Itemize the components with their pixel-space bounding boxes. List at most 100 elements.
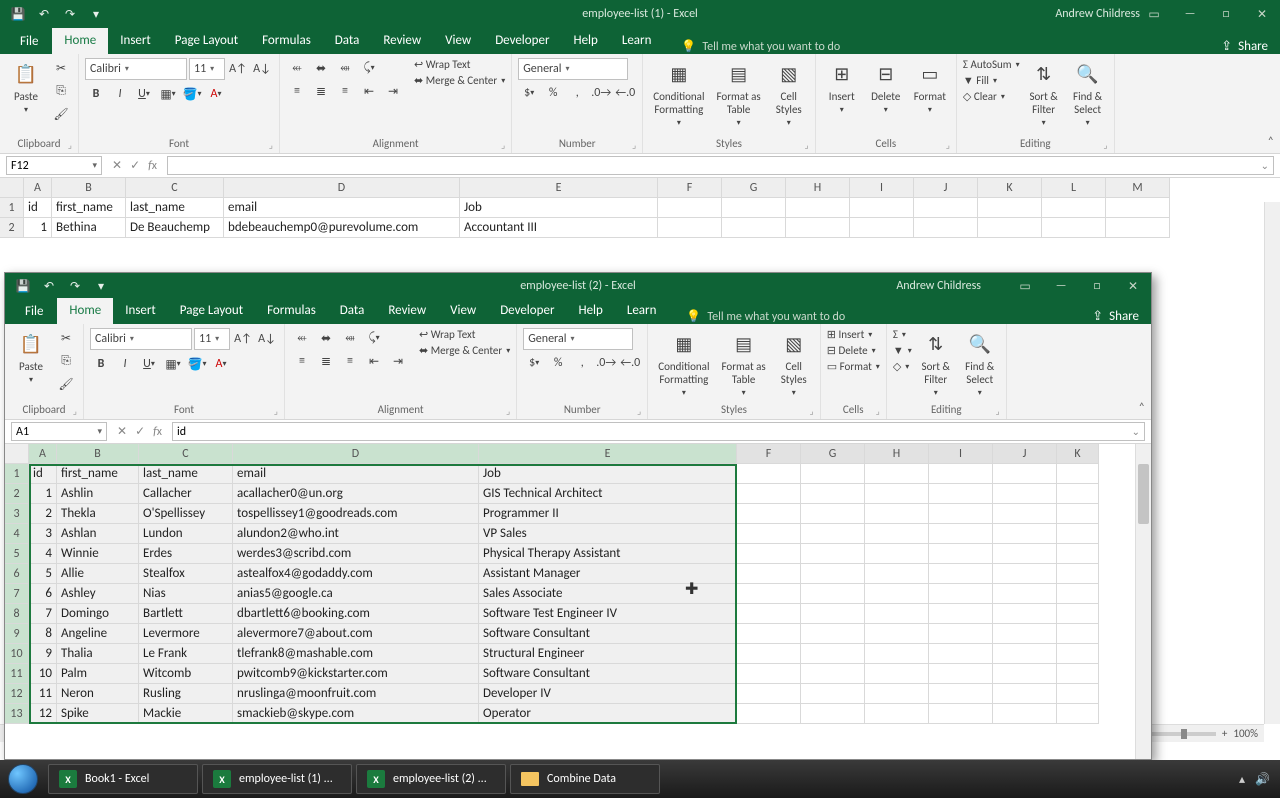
cell[interactable] bbox=[929, 704, 993, 724]
cell[interactable] bbox=[1106, 218, 1170, 238]
cell[interactable] bbox=[786, 198, 850, 218]
row-header[interactable]: 3 bbox=[5, 504, 29, 524]
align-right-icon[interactable]: ≡ bbox=[334, 81, 356, 101]
cell[interactable]: bdebeauchemp0@purevolume.com bbox=[224, 218, 460, 238]
cell[interactable] bbox=[929, 564, 993, 584]
column-header[interactable]: B bbox=[52, 178, 126, 198]
cell[interactable]: Thekla bbox=[57, 504, 139, 524]
cell[interactable]: Palm bbox=[57, 664, 139, 684]
find-select-button[interactable]: 🔍Find & Select▾ bbox=[1068, 58, 1108, 130]
cell[interactable]: id bbox=[29, 464, 57, 484]
row-header[interactable]: 5 bbox=[5, 544, 29, 564]
cell[interactable]: Ashlin bbox=[57, 484, 139, 504]
column-header[interactable]: G bbox=[722, 178, 786, 198]
cell[interactable] bbox=[929, 484, 993, 504]
cell[interactable] bbox=[929, 684, 993, 704]
cell[interactable]: Bartlett bbox=[139, 604, 233, 624]
format-painter-button[interactable]: 🖌 bbox=[55, 374, 77, 394]
name-box[interactable]: A1 bbox=[11, 422, 107, 441]
row-header[interactable]: 2 bbox=[0, 218, 24, 238]
cell[interactable] bbox=[929, 584, 993, 604]
align-center-icon[interactable]: ≣ bbox=[315, 351, 337, 371]
cell[interactable]: 7 bbox=[29, 604, 57, 624]
format-cells-button[interactable]: ▭ Format ▾ bbox=[827, 360, 880, 373]
tab-data[interactable]: Data bbox=[328, 298, 377, 324]
row-header[interactable]: 4 bbox=[5, 524, 29, 544]
cell[interactable]: Neron bbox=[57, 684, 139, 704]
cell[interactable] bbox=[801, 684, 865, 704]
cell[interactable] bbox=[737, 684, 801, 704]
increase-indent-icon[interactable]: ⇥ bbox=[387, 351, 409, 371]
comma-format-icon[interactable]: , bbox=[566, 83, 588, 103]
cell[interactable] bbox=[737, 604, 801, 624]
column-header[interactable]: E bbox=[479, 444, 737, 464]
decrease-font-icon[interactable]: A↓ bbox=[251, 59, 273, 79]
column-header[interactable]: D bbox=[233, 444, 479, 464]
cell[interactable]: Assistant Manager bbox=[479, 564, 737, 584]
cut-button[interactable]: ✂ bbox=[55, 328, 77, 348]
cell[interactable]: 12 bbox=[29, 704, 57, 724]
cell[interactable]: email bbox=[224, 198, 460, 218]
column-header[interactable]: G bbox=[801, 444, 865, 464]
cell[interactable] bbox=[737, 624, 801, 644]
cell[interactable] bbox=[993, 484, 1057, 504]
conditional-formatting-button[interactable]: ▦Conditional Formatting▾ bbox=[649, 58, 708, 130]
tab-review[interactable]: Review bbox=[376, 298, 438, 324]
vertical-scrollbar[interactable] bbox=[1264, 202, 1280, 724]
cell[interactable]: Lundon bbox=[139, 524, 233, 544]
cell[interactable] bbox=[786, 218, 850, 238]
tab-developer[interactable]: Developer bbox=[483, 28, 561, 54]
cell[interactable] bbox=[993, 624, 1057, 644]
cell[interactable] bbox=[1057, 664, 1099, 684]
cell[interactable]: Nias bbox=[139, 584, 233, 604]
tray-chevron-icon[interactable]: ▴ bbox=[1239, 772, 1245, 787]
expand-formula-icon[interactable]: ⌄ bbox=[1261, 159, 1269, 172]
align-middle-icon[interactable]: ⬌ bbox=[315, 328, 337, 348]
merge-center-button[interactable]: ⬌ Merge & Center ▾ bbox=[414, 74, 505, 87]
cell[interactable]: Le Frank bbox=[139, 644, 233, 664]
undo-icon[interactable]: ↶ bbox=[34, 4, 54, 24]
select-all-corner[interactable] bbox=[0, 178, 24, 198]
sort-filter-button[interactable]: ⇅Sort & Filter▾ bbox=[1024, 58, 1064, 130]
cell[interactable]: Angeline bbox=[57, 624, 139, 644]
cell[interactable]: 2 bbox=[29, 504, 57, 524]
tab-home[interactable]: Home bbox=[52, 28, 108, 54]
cell[interactable] bbox=[801, 664, 865, 684]
cell[interactable] bbox=[1042, 218, 1106, 238]
row-header[interactable]: 10 bbox=[5, 644, 29, 664]
column-header[interactable]: J bbox=[993, 444, 1057, 464]
cell[interactable] bbox=[993, 684, 1057, 704]
cell[interactable] bbox=[850, 198, 914, 218]
enter-formula-icon[interactable]: ✓ bbox=[135, 424, 145, 439]
expand-formula-icon[interactable]: ⌄ bbox=[1132, 425, 1140, 438]
cell[interactable] bbox=[1057, 704, 1099, 724]
cell[interactable] bbox=[929, 624, 993, 644]
cell[interactable]: acallacher0@un.org bbox=[233, 484, 479, 504]
cell[interactable]: Mackie bbox=[139, 704, 233, 724]
row-header[interactable]: 6 bbox=[5, 564, 29, 584]
redo-icon[interactable]: ↷ bbox=[65, 276, 85, 296]
cell[interactable] bbox=[1057, 584, 1099, 604]
cell[interactable] bbox=[993, 664, 1057, 684]
collapse-ribbon-icon[interactable]: ˄ bbox=[1139, 401, 1145, 415]
cell[interactable]: pwitcomb9@kickstarter.com bbox=[233, 664, 479, 684]
column-header[interactable]: F bbox=[737, 444, 801, 464]
qat-customize-icon[interactable]: ▾ bbox=[91, 276, 111, 296]
align-left-icon[interactable]: ≡ bbox=[286, 81, 308, 101]
cell[interactable] bbox=[1042, 198, 1106, 218]
align-center-icon[interactable]: ≣ bbox=[310, 81, 332, 101]
cell[interactable]: Winnie bbox=[57, 544, 139, 564]
fill-color-button[interactable]: 🪣▾ bbox=[181, 84, 203, 104]
cell-styles-button[interactable]: ▧Cell Styles▾ bbox=[769, 58, 809, 130]
vertical-scrollbar[interactable] bbox=[1135, 444, 1151, 759]
find-select-button[interactable]: 🔍Find & Select▾ bbox=[960, 328, 1000, 400]
cell[interactable]: Structural Engineer bbox=[479, 644, 737, 664]
column-header[interactable]: H bbox=[865, 444, 929, 464]
cell[interactable] bbox=[801, 524, 865, 544]
column-header[interactable]: M bbox=[1106, 178, 1170, 198]
percent-format-icon[interactable]: % bbox=[542, 83, 564, 103]
border-button[interactable]: ▦▾ bbox=[157, 84, 179, 104]
bold-button[interactable]: B bbox=[90, 354, 112, 374]
column-header[interactable]: I bbox=[850, 178, 914, 198]
cell[interactable] bbox=[737, 564, 801, 584]
